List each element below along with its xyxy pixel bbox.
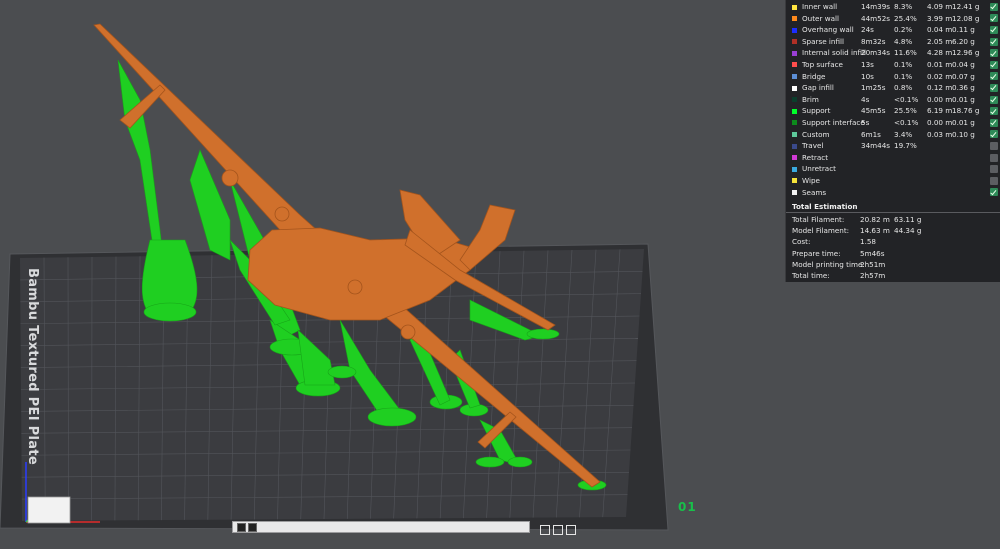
legend-row[interactable]: Inner wall 14m39s 8.3% 4.09 m 12.41 g — [786, 1, 1000, 13]
visibility-checkbox[interactable] — [990, 83, 998, 92]
color-swatch — [792, 62, 797, 68]
color-swatch — [792, 143, 797, 149]
plate-action-icons — [540, 520, 579, 539]
color-swatch — [792, 39, 797, 45]
visibility-checkbox[interactable] — [990, 37, 998, 46]
legend-row[interactable]: Support 45m5s 25.5% 6.19 m 18.76 g — [786, 105, 1000, 117]
legend-row[interactable]: Seams — [786, 187, 1000, 199]
visibility-checkbox[interactable] — [990, 141, 998, 150]
visibility-checkbox[interactable] — [990, 188, 998, 197]
total-estimation-title: Total Estimation — [792, 202, 858, 211]
visibility-checkbox[interactable] — [990, 95, 998, 104]
divider — [786, 212, 1000, 213]
legend-row[interactable]: Unretract — [786, 163, 1000, 175]
visibility-checkbox[interactable] — [990, 25, 998, 34]
legend-row[interactable]: Gap infill 1m25s 0.8% 0.12 m 0.36 g — [786, 82, 1000, 94]
gcode-legend-panel: Inner wall 14m39s 8.3% 4.09 m 12.41 g Outer … — [785, 0, 1000, 282]
color-swatch — [792, 155, 797, 161]
color-swatch — [792, 27, 797, 33]
plate-corner-tile — [27, 496, 71, 524]
color-swatch — [792, 85, 797, 91]
legend-list: Inner wall 14m39s 8.3% 4.09 m 12.41 g Outer … — [786, 0, 1000, 198]
color-swatch — [792, 97, 797, 103]
legend-row[interactable]: Outer wall 44m52s 25.4% 3.99 m 12.08 g — [786, 13, 1000, 25]
color-swatch — [792, 178, 797, 184]
legend-row[interactable]: Travel 34m44s 19.7% — [786, 140, 1000, 152]
visibility-checkbox[interactable] — [990, 107, 998, 116]
total-row: Total Filament: 20.82 m 63.11 g — [792, 215, 922, 224]
plate-number[interactable]: 01 — [678, 500, 697, 514]
legend-row[interactable]: Internal solid infill 20m34s 11.6% 4.28 m 12… — [786, 47, 1000, 59]
color-swatch — [792, 108, 797, 114]
visibility-checkbox[interactable] — [990, 60, 998, 69]
visibility-checkbox[interactable] — [990, 72, 998, 81]
plate-lock-icon[interactable] — [248, 523, 257, 532]
color-swatch — [792, 16, 797, 22]
visibility-checkbox[interactable] — [990, 165, 998, 174]
legend-row[interactable]: Sparse infill 8m32s 4.8% 2.05 m 6.20 g — [786, 36, 1000, 48]
visibility-checkbox[interactable] — [990, 153, 998, 162]
plate-select-icon[interactable] — [237, 523, 246, 532]
color-swatch — [792, 132, 797, 138]
color-swatch — [792, 120, 797, 126]
legend-row[interactable]: Wipe — [786, 175, 1000, 187]
visibility-checkbox[interactable] — [990, 14, 998, 23]
total-row: Total time: 2h57m — [792, 270, 886, 280]
color-swatch — [792, 166, 797, 172]
legend-row[interactable]: Bridge 10s 0.1% 0.02 m 0.07 g — [786, 71, 1000, 83]
plate-type-label: Bambu Textured PEI Plate — [25, 268, 40, 465]
legend-row[interactable]: Retract — [786, 152, 1000, 164]
total-row: Model printing time: 2h51m — [792, 259, 886, 269]
plate-settings-icon[interactable] — [566, 525, 576, 535]
color-swatch — [792, 190, 797, 195]
legend-row[interactable]: Support interface 5s <0.1% 0.00 m 0.01 g — [786, 117, 1000, 129]
color-swatch — [792, 50, 797, 56]
plate-delete-icon[interactable] — [540, 525, 550, 535]
plate-arrange-icon[interactable] — [553, 525, 563, 535]
total-row: Cost: 1.58 — [792, 237, 877, 247]
visibility-checkbox[interactable] — [990, 2, 998, 11]
color-swatch — [792, 4, 797, 10]
visibility-checkbox[interactable] — [990, 49, 998, 58]
visibility-checkbox[interactable] — [990, 118, 998, 127]
legend-row[interactable]: Brim 4s <0.1% 0.00 m 0.01 g — [786, 94, 1000, 106]
legend-row[interactable]: Overhang wall 24s 0.2% 0.04 m 0.11 g — [786, 24, 1000, 36]
total-row: Prepare time: 5m46s — [792, 248, 885, 258]
total-row: Model Filament: 14.63 m 44.34 g — [792, 226, 922, 236]
total-estimation-table: Total Filament: 20.82 m 63.11 g Model Fila… — [786, 214, 1000, 281]
plate-toolbar — [232, 521, 530, 533]
legend-row[interactable]: Top surface 13s 0.1% 0.01 m 0.04 g — [786, 59, 1000, 71]
visibility-checkbox[interactable] — [990, 176, 998, 185]
legend-row[interactable]: Custom 6m1s 3.4% 0.03 m 0.10 g — [786, 129, 1000, 141]
color-swatch — [792, 74, 797, 80]
visibility-checkbox[interactable] — [990, 130, 998, 139]
